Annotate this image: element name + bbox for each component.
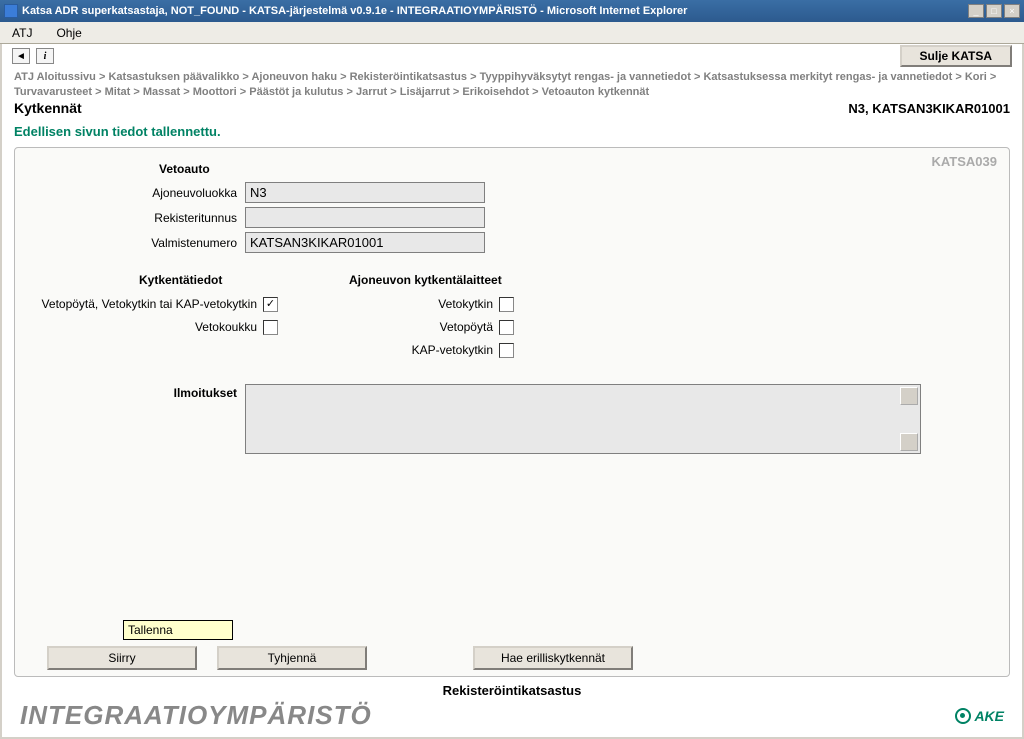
- window-title: Katsa ADR superkatsastaja, NOT_FOUND - K…: [22, 5, 968, 17]
- crumb[interactable]: Mitat: [105, 86, 131, 98]
- breadcrumb: ATJ Aloitussivu > Katsastuksen päävalikk…: [2, 68, 1022, 100]
- hae-erilliskytkennat-button[interactable]: Hae erilliskytkennät: [473, 646, 633, 670]
- vetopoyta-kytkin-label: Vetopöytä, Vetokytkin tai KAP-vetokytkin: [29, 298, 263, 311]
- rekisteritunnus-label: Rekisteritunnus: [29, 211, 245, 225]
- ake-logo-icon: [955, 708, 971, 724]
- panel-code: KATSA039: [931, 154, 997, 169]
- info-icon[interactable]: i: [36, 48, 54, 64]
- rekisteritunnus-field: [245, 207, 485, 228]
- crumb[interactable]: Kori: [965, 71, 987, 83]
- tallenna-tooltip: Tallenna: [123, 620, 233, 640]
- kap-vetokytkin-label: KAP-vetokytkin: [309, 344, 499, 357]
- vetokoukku-checkbox[interactable]: [263, 320, 278, 335]
- kap-vetokytkin-checkbox[interactable]: [499, 343, 514, 358]
- crumb[interactable]: Tyyppihyväksytyt rengas- ja vannetiedot: [480, 71, 691, 83]
- crumb[interactable]: Päästöt ja kulutus: [249, 86, 343, 98]
- vetopoyta2-checkbox[interactable]: [499, 320, 514, 335]
- crumb-current: Vetoauton kytkennät: [542, 86, 650, 98]
- kytkentatiedot-heading: Kytkentätiedot: [29, 273, 309, 287]
- vetokytkin-checkbox[interactable]: [499, 297, 514, 312]
- sulje-katsa-button[interactable]: Sulje KATSA: [900, 45, 1012, 67]
- menu-ohje[interactable]: Ohje: [56, 26, 81, 40]
- page-title: Kytkennät: [14, 100, 82, 116]
- vetopoyta-kytkin-checkbox[interactable]: [263, 297, 278, 312]
- close-button[interactable]: ×: [1004, 4, 1020, 18]
- crumb[interactable]: Ajoneuvon haku: [251, 71, 337, 83]
- vetokoukku-label: Vetokoukku: [29, 321, 263, 334]
- crumb[interactable]: Moottori: [193, 86, 237, 98]
- crumb[interactable]: Lisäjarrut: [400, 86, 450, 98]
- valmistenumero-label: Valmistenumero: [29, 236, 245, 250]
- siirry-button[interactable]: Siirry: [47, 646, 197, 670]
- minimize-button[interactable]: _: [968, 4, 984, 18]
- tyhjenna-button[interactable]: Tyhjennä: [217, 646, 367, 670]
- crumb[interactable]: Katsastuksen päävalikko: [108, 71, 239, 83]
- crumb[interactable]: Katsastuksessa merkityt rengas- ja vanne…: [703, 71, 952, 83]
- ilmoitukset-textarea: [245, 384, 921, 454]
- menu-atj[interactable]: ATJ: [12, 26, 32, 40]
- ajoneuvoluokka-field: [245, 182, 485, 203]
- crumb[interactable]: Turvavarusteet: [14, 86, 92, 98]
- footer-brand: INTEGRAATIOYMPÄRISTÖ: [20, 700, 372, 731]
- back-icon[interactable]: ◄: [12, 48, 30, 64]
- ilmoitukset-label: Ilmoitukset: [29, 384, 245, 454]
- vetopoyta2-label: Vetopöytä: [309, 321, 499, 334]
- status-message: Edellisen sivun tiedot tallennettu.: [2, 120, 1022, 143]
- ake-logo-text: AKE: [974, 708, 1004, 724]
- crumb[interactable]: ATJ Aloitussivu: [14, 71, 96, 83]
- ie-icon: [4, 4, 18, 18]
- ake-logo: AKE: [955, 708, 1004, 724]
- footer-section-label: Rekisteröintikatsastus: [2, 677, 1022, 700]
- main-panel: KATSA039 Vetoauto Ajoneuvoluokka Rekiste…: [14, 147, 1010, 677]
- valmistenumero-field: [245, 232, 485, 253]
- vetokytkin-label: Vetokytkin: [309, 298, 499, 311]
- vetoauto-heading: Vetoauto: [29, 156, 995, 182]
- crumb[interactable]: Erikoisehdot: [462, 86, 529, 98]
- page-context-info: N3, KATSAN3KIKAR01001: [848, 101, 1010, 116]
- window-titlebar: Katsa ADR superkatsastaja, NOT_FOUND - K…: [0, 0, 1024, 22]
- crumb[interactable]: Rekisteröintikatsastus: [350, 71, 467, 83]
- menubar: ATJ Ohje: [0, 22, 1024, 44]
- kytkentalaitteet-heading: Ajoneuvon kytkentälaitteet: [309, 273, 569, 287]
- ajoneuvoluokka-label: Ajoneuvoluokka: [29, 186, 245, 200]
- maximize-button[interactable]: □: [986, 4, 1002, 18]
- crumb[interactable]: Massat: [143, 86, 180, 98]
- crumb[interactable]: Jarrut: [356, 86, 387, 98]
- toolbar: ◄ i Sulje KATSA: [2, 44, 1022, 68]
